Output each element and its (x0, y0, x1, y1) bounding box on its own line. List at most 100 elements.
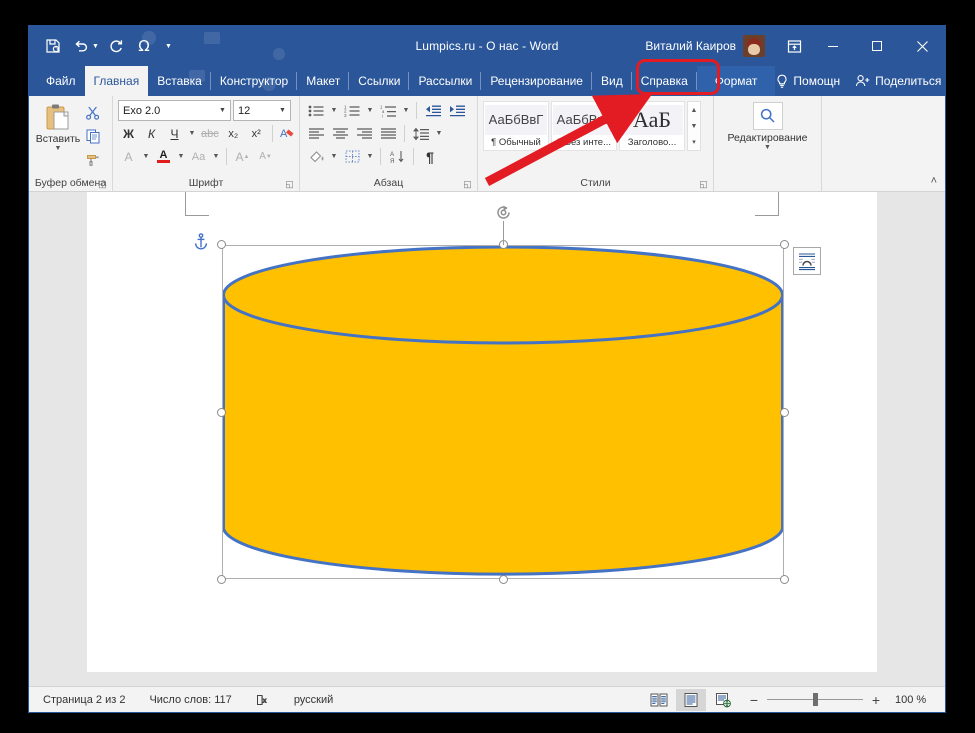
editing-dropdown-icon[interactable]: ▼ (764, 144, 771, 152)
customize-qat-icon[interactable]: ▼ (165, 43, 172, 50)
align-right-button[interactable] (353, 123, 375, 144)
avatar[interactable] (743, 35, 765, 57)
styles-more-icon[interactable]: ▾ (688, 134, 700, 150)
tab-help[interactable]: Справка (632, 66, 697, 96)
view-web-layout-button[interactable] (708, 689, 738, 711)
zoom-slider-thumb[interactable] (813, 693, 818, 706)
word-count[interactable]: Число слов: 117 (149, 694, 231, 706)
change-case-button[interactable]: Aa (188, 146, 209, 167)
underline-button[interactable]: Ч (164, 123, 185, 144)
resize-handle-bottom-center[interactable] (499, 575, 508, 584)
tab-layout[interactable]: Макет (297, 66, 349, 96)
undo-dropdown-icon[interactable]: ▼ (92, 43, 99, 50)
resize-handle-middle-right[interactable] (780, 408, 789, 417)
strikethrough-button[interactable]: abc (199, 123, 221, 144)
styles-dialog-launcher[interactable]: ◱ (698, 179, 709, 190)
multilevel-list-dropdown-icon[interactable]: ▼ (401, 107, 411, 114)
rotation-handle[interactable] (494, 203, 513, 222)
zoom-value[interactable]: 100 % (895, 694, 937, 706)
borders-dropdown-icon[interactable]: ▼ (365, 153, 375, 160)
shading-button[interactable] (305, 146, 327, 167)
font-size-dropdown-icon[interactable]: ▼ (275, 101, 290, 120)
quick-access-toolbar[interactable]: ▼ Ω ▼ (29, 33, 174, 59)
clear-formatting-button[interactable]: A (278, 123, 299, 144)
proofing-errors-icon[interactable]: x (256, 693, 270, 707)
share-button[interactable]: Поделиться (849, 74, 946, 88)
resize-handle-bottom-right[interactable] (780, 575, 789, 584)
tell-me-bulb-icon[interactable] (775, 66, 789, 96)
paste-dropdown-icon[interactable]: ▼ (55, 145, 62, 153)
view-read-mode-button[interactable] (644, 689, 674, 711)
close-button[interactable] (899, 26, 945, 66)
style-item-normal[interactable]: АаБбВвГ ¶ Обычный (483, 101, 549, 151)
shading-dropdown-icon[interactable]: ▼ (329, 153, 339, 160)
text-effects-dropdown-icon[interactable]: ▼ (141, 153, 151, 160)
tab-design[interactable]: Конструктор (211, 66, 297, 96)
font-size-combo[interactable]: 12 ▼ (233, 100, 291, 121)
undo-icon[interactable] (68, 33, 94, 59)
line-spacing-button[interactable] (410, 123, 432, 144)
tab-file[interactable]: Файл (37, 66, 85, 96)
align-left-button[interactable] (305, 123, 327, 144)
subscript-button[interactable]: x₂ (223, 123, 244, 144)
cut-button[interactable] (82, 103, 104, 123)
bold-button[interactable]: Ж (118, 123, 139, 144)
borders-button[interactable] (341, 146, 363, 167)
editing-button[interactable]: Редактирование ▼ (719, 100, 816, 152)
tab-references[interactable]: Ссылки (349, 66, 409, 96)
font-name-combo[interactable]: Exo 2.0 ▼ (118, 100, 231, 121)
tab-format[interactable]: Формат (697, 66, 776, 96)
view-print-layout-button[interactable] (676, 689, 706, 711)
shrink-font-button[interactable]: A▼ (255, 146, 276, 167)
styles-scroll-down-icon[interactable]: ▼ (688, 118, 700, 134)
paste-button[interactable]: Вставить ▼ (34, 100, 82, 153)
align-center-button[interactable] (329, 123, 351, 144)
justify-button[interactable] (377, 123, 399, 144)
styles-scroll-buttons[interactable]: ▲ ▼ ▾ (687, 101, 701, 151)
zoom-in-button[interactable]: + (870, 692, 882, 708)
zoom-control[interactable]: − + 100 % (748, 692, 937, 708)
bullets-dropdown-icon[interactable]: ▼ (329, 107, 339, 114)
increase-indent-button[interactable] (446, 100, 468, 121)
multilevel-list-button[interactable]: 1 a i (377, 100, 399, 121)
selected-shape-container[interactable] (222, 245, 784, 579)
font-color-button[interactable]: A (153, 146, 174, 167)
sort-button[interactable]: A Я (386, 146, 408, 167)
collapse-ribbon-button[interactable]: ˄ (931, 175, 937, 187)
font-color-dropdown-icon[interactable]: ▼ (176, 153, 186, 160)
resize-handle-middle-left[interactable] (217, 408, 226, 417)
paragraph-dialog-launcher[interactable]: ◱ (462, 179, 473, 190)
line-spacing-dropdown-icon[interactable]: ▼ (434, 130, 444, 137)
tab-mailings[interactable]: Рассылки (409, 66, 481, 96)
minimize-button[interactable] (811, 26, 855, 66)
styles-gallery[interactable]: АаБбВвГ ¶ Обычный АаБбВвГ ¶ Без инте... … (483, 100, 701, 151)
clipboard-dialog-launcher[interactable]: ◱ (97, 179, 108, 190)
tab-review[interactable]: Рецензирование (481, 66, 592, 96)
ribbon-display-options-icon[interactable] (777, 26, 811, 66)
resize-handle-bottom-left[interactable] (217, 575, 226, 584)
layout-options-button[interactable] (793, 247, 821, 275)
page-info[interactable]: Страница 2 из 2 (43, 694, 125, 706)
redo-icon[interactable] (103, 33, 129, 59)
tell-me-box[interactable]: Помощн (789, 66, 849, 96)
language-indicator[interactable]: русский (294, 694, 333, 706)
copy-button[interactable] (82, 126, 104, 146)
bullets-button[interactable] (305, 100, 327, 121)
user-name[interactable]: Виталий Каиров (645, 39, 736, 53)
numbering-button[interactable]: 1 2 3 (341, 100, 363, 121)
zoom-slider-track[interactable] (767, 699, 863, 700)
grow-font-button[interactable]: A▲ (232, 146, 253, 167)
style-item-heading[interactable]: АаБ Заголово... (619, 101, 685, 151)
resize-handle-top-left[interactable] (217, 240, 226, 249)
superscript-button[interactable]: x² (246, 123, 267, 144)
italic-button[interactable]: К (141, 123, 162, 144)
font-name-dropdown-icon[interactable]: ▼ (215, 101, 230, 120)
tab-insert[interactable]: Вставка (148, 66, 211, 96)
tab-view[interactable]: Вид (592, 66, 632, 96)
symbol-omega-icon[interactable]: Ω (131, 33, 157, 59)
resize-handle-top-right[interactable] (780, 240, 789, 249)
document-page[interactable] (87, 192, 877, 672)
decrease-indent-button[interactable] (422, 100, 444, 121)
tab-home[interactable]: Главная (85, 66, 149, 96)
underline-dropdown-icon[interactable]: ▼ (187, 130, 197, 137)
